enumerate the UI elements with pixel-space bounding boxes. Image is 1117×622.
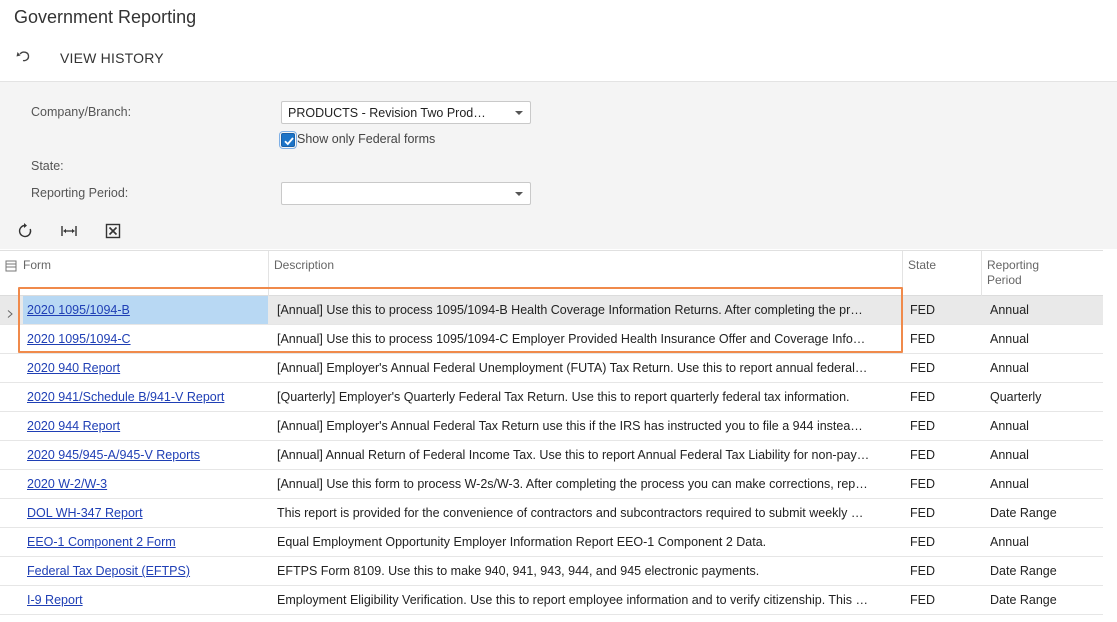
column-chooser-icon[interactable] [5,259,17,272]
state-cell: FED [910,390,935,404]
fit-columns-icon[interactable] [60,222,78,240]
column-header-reporting-period[interactable]: Reporting Period [981,251,1103,296]
state-cell: FED [910,448,935,462]
form-link[interactable]: 2020 944 Report [27,419,120,433]
table-row[interactable]: 2020 1095/1094-B [Annual] Use this to pr… [0,296,1103,325]
reporting-period-label: Reporting Period: [31,186,129,200]
form-link[interactable]: EEO-1 Component 2 Form [27,535,176,549]
description-cell: [Annual] Use this to process 1095/1094-B… [277,303,863,317]
column-header-form[interactable]: Form [18,251,268,296]
form-cell: 2020 940 Report [23,354,268,382]
period-cell: Quarterly [990,390,1042,404]
table-row[interactable]: I-9 Report Employment Eligibility Verifi… [0,586,1103,615]
form-cell: 2020 944 Report [23,412,268,440]
row-pointer-icon [7,305,13,318]
form-cell: EEO-1 Component 2 Form [23,528,268,556]
form-link[interactable]: I-9 Report [27,593,83,607]
description-cell: [Annual] Employer's Annual Federal Tax R… [277,419,863,433]
form-link[interactable]: Federal Tax Deposit (EFTPS) [27,564,190,578]
description-cell: This report is provided for the convenie… [277,506,864,520]
form-link[interactable]: 2020 941/Schedule B/941-V Report [27,390,224,404]
form-cell: I-9 Report [23,586,268,614]
form-link[interactable]: 2020 1095/1094-B [27,303,130,317]
company-branch-select[interactable]: PRODUCTS - Revision Two Prod… [281,101,531,124]
period-cell: Annual [990,419,1029,433]
grid-toolbar [0,220,300,244]
description-cell: [Annual] Annual Return of Federal Income… [277,448,870,462]
column-header-period-line2: Period [987,273,1022,287]
column-header-state[interactable]: State [902,251,981,296]
description-cell: EFTPS Form 8109. Use this to make 940, 9… [277,564,760,578]
state-cell: FED [910,535,935,549]
state-cell: FED [910,419,935,433]
form-cell: 2020 1095/1094-B [23,296,268,324]
period-cell: Date Range [990,564,1057,578]
period-cell: Annual [990,448,1029,462]
table-row[interactable]: 2020 944 Report [Annual] Employer's Annu… [0,412,1103,441]
form-cell: 2020 941/Schedule B/941-V Report [23,383,268,411]
description-cell: [Annual] Use this to process 1095/1094-C… [277,332,866,346]
period-cell: Annual [990,332,1029,346]
description-cell: [Annual] Employer's Annual Federal Unemp… [277,361,868,375]
table-row[interactable]: DOL WH-347 Report This report is provide… [0,499,1103,528]
state-cell: FED [910,332,935,346]
reporting-period-select[interactable] [281,182,531,205]
form-link[interactable]: 2020 940 Report [27,361,120,375]
page-title: Government Reporting [14,7,197,27]
form-cell: Federal Tax Deposit (EFTPS) [23,557,268,585]
table-row[interactable]: Federal Tax Deposit (EFTPS) EFTPS Form 8… [0,557,1103,586]
state-cell: FED [910,593,935,607]
period-cell: Date Range [990,593,1057,607]
state-cell: FED [910,506,935,520]
undo-icon[interactable] [14,47,34,67]
period-cell: Date Range [990,506,1057,520]
table-row[interactable]: 2020 941/Schedule B/941-V Report [Quarte… [0,383,1103,412]
form-link[interactable]: DOL WH-347 Report [27,506,143,520]
column-header-description[interactable]: Description [268,251,902,296]
view-history-button[interactable]: VIEW HISTORY [60,50,164,66]
grid-header: Form Description State Reporting Period [0,250,1103,296]
description-cell: [Annual] Use this form to process W-2s/W… [277,477,868,491]
chevron-down-icon [515,192,523,196]
description-cell: Equal Employment Opportunity Employer In… [277,535,767,549]
form-cell: 2020 1095/1094-C [23,325,268,353]
state-cell: FED [910,303,935,317]
form-link[interactable]: 2020 945/945-A/945-V Reports [27,448,200,462]
state-cell: FED [910,477,935,491]
company-branch-value: PRODUCTS - Revision Two Prod… [288,106,486,120]
period-cell: Annual [990,361,1029,375]
period-cell: Annual [990,303,1029,317]
description-cell: [Quarterly] Employer's Quarterly Federal… [277,390,850,404]
form-link[interactable]: 2020 W-2/W-3 [27,477,107,491]
state-label: State: [31,159,64,173]
table-row[interactable]: 2020 1095/1094-C [Annual] Use this to pr… [0,325,1103,354]
federal-forms-checkbox-label: Show only Federal forms [297,132,436,146]
export-excel-icon[interactable] [104,222,122,240]
federal-forms-checkbox[interactable] [279,131,297,149]
table-row[interactable]: 2020 945/945-A/945-V Reports [Annual] An… [0,441,1103,470]
refresh-icon[interactable] [16,222,34,240]
table-row[interactable]: 2020 W-2/W-3 [Annual] Use this form to p… [0,470,1103,499]
period-cell: Annual [990,477,1029,491]
forms-grid: Form Description State Reporting Period … [0,250,1103,615]
chevron-down-icon [515,111,523,115]
table-row[interactable]: EEO-1 Component 2 Form Equal Employment … [0,528,1103,557]
form-link[interactable]: 2020 1095/1094-C [27,332,131,346]
period-cell: Annual [990,535,1029,549]
form-cell: 2020 945/945-A/945-V Reports [23,441,268,469]
state-cell: FED [910,361,935,375]
form-cell: 2020 W-2/W-3 [23,470,268,498]
state-cell: FED [910,564,935,578]
table-row[interactable]: 2020 940 Report [Annual] Employer's Annu… [0,354,1103,383]
main-toolbar: VIEW HISTORY [0,44,1117,72]
company-branch-label: Company/Branch: [31,105,132,119]
form-cell: DOL WH-347 Report [23,499,268,527]
description-cell: Employment Eligibility Verification. Use… [277,593,868,607]
column-header-period-line1: Reporting [987,258,1040,272]
